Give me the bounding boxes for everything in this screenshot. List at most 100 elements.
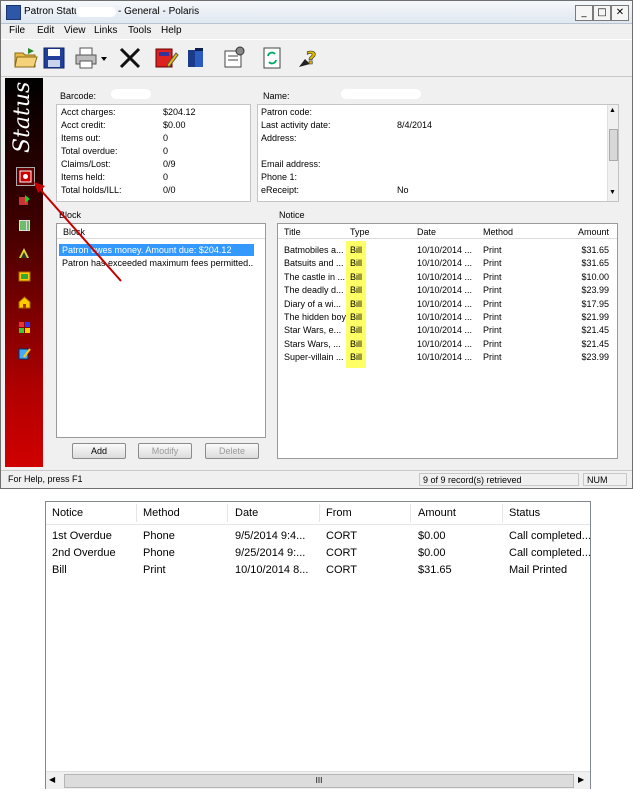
column-divider[interactable] [227, 504, 228, 522]
home-icon[interactable] [18, 296, 31, 309]
notice-row-method[interactable]: Print [483, 339, 502, 349]
notice-row-type[interactable]: Bill [350, 339, 362, 349]
menu-file[interactable]: File [9, 25, 25, 36]
claims-icon[interactable] [18, 246, 31, 259]
maximize-button[interactable]: □ [593, 5, 611, 21]
history-col-status[interactable]: Status [509, 507, 540, 519]
history-row-status[interactable]: Mail Printed [509, 564, 567, 576]
details-scrollbar[interactable]: ▲ ▼ [607, 105, 618, 201]
history-row-method[interactable]: Print [143, 564, 166, 576]
modify-block-button[interactable]: Modify [138, 443, 192, 459]
fines-icon[interactable] [18, 321, 31, 334]
title-bar[interactable]: Patron Status - General - Polaris _ □ ✕ [1, 1, 632, 24]
notice-row-title[interactable]: The hidden boy [284, 312, 346, 322]
notice-row-title[interactable]: Diary of a wi... [284, 299, 341, 309]
notice-row-type[interactable]: Bill [350, 325, 362, 335]
menu-help[interactable]: Help [161, 25, 182, 36]
minimize-button[interactable]: _ [575, 5, 593, 21]
history-row-date[interactable]: 9/25/2014 9:... [235, 547, 305, 559]
block-item[interactable]: Patron has exceeded maximum fees permitt… [59, 257, 254, 269]
delete-block-button[interactable]: Delete [205, 443, 259, 459]
barcode-items-icon[interactable] [18, 219, 31, 232]
notice-row-amount[interactable]: $17.95 [581, 299, 609, 309]
scroll-right-icon[interactable]: ▶ [578, 775, 584, 784]
history-col-notice[interactable]: Notice [52, 507, 83, 519]
print-icon[interactable] [73, 45, 99, 71]
notice-row-amount[interactable]: $21.99 [581, 312, 609, 322]
notice-row-title[interactable]: The deadly d... [284, 285, 344, 295]
block-column-header[interactable]: Block [63, 227, 85, 237]
history-row-method[interactable]: Phone [143, 530, 175, 542]
history-row-date[interactable]: 10/10/2014 8... [235, 564, 308, 576]
notice-row-type[interactable]: Bill [350, 352, 362, 362]
notes-icon[interactable] [18, 347, 31, 360]
notice-row-title[interactable]: Star Wars, e... [284, 325, 341, 335]
delete-icon[interactable] [117, 45, 143, 71]
notice-col-type[interactable]: Type [350, 227, 370, 237]
history-col-date[interactable]: Date [235, 507, 258, 519]
menu-edit[interactable]: Edit [37, 25, 54, 36]
scroll-down-icon[interactable]: ▼ [609, 189, 616, 196]
notice-list[interactable]: Title Type Date Method Amount Batmobiles… [277, 223, 618, 459]
notice-row-type[interactable]: Bill [350, 272, 362, 282]
history-row-date[interactable]: 9/5/2014 9:4... [235, 530, 305, 542]
notice-row-date[interactable]: 10/10/2014 ... [417, 339, 472, 349]
notice-row-amount[interactable]: $21.45 [581, 325, 609, 335]
notice-row-type[interactable]: Bill [350, 312, 362, 322]
menu-view[interactable]: View [64, 25, 86, 36]
notice-row-title[interactable]: Stars Wars, ... [284, 339, 341, 349]
history-col-method[interactable]: Method [143, 507, 180, 519]
books-icon[interactable] [183, 45, 209, 71]
block-list[interactable]: Block Patron owes money. Amount due: $20… [56, 223, 266, 438]
add-block-button[interactable]: Add [72, 443, 126, 459]
properties-icon[interactable] [221, 45, 247, 71]
column-divider[interactable] [410, 504, 411, 522]
notice-row-date[interactable]: 10/10/2014 ... [417, 258, 472, 268]
print-dropdown-icon[interactable] [99, 45, 109, 71]
history-row-status[interactable]: Call completed... [509, 547, 591, 559]
history-row-amount[interactable]: $31.65 [418, 564, 452, 576]
notice-row-amount[interactable]: $23.99 [581, 352, 609, 362]
notice-row-title[interactable]: Batmobiles a... [284, 245, 344, 255]
notice-row-method[interactable]: Print [483, 245, 502, 255]
notice-col-title[interactable]: Title [284, 227, 301, 237]
scroll-left-icon[interactable]: ◀ [49, 775, 55, 784]
notice-history-list[interactable]: Notice Method Date From Amount Status 1s… [45, 501, 591, 789]
column-divider[interactable] [502, 504, 503, 522]
holds-icon[interactable] [18, 270, 31, 283]
history-row-from[interactable]: CORT [326, 564, 357, 576]
history-col-from[interactable]: From [326, 507, 352, 519]
notice-row-method[interactable]: Print [483, 325, 502, 335]
notice-row-title[interactable]: Super-villain ... [284, 352, 344, 362]
notice-row-date[interactable]: 10/10/2014 ... [417, 352, 472, 362]
block-item-selected[interactable]: Patron owes money. Amount due: $204.12 [59, 244, 254, 256]
notice-row-type[interactable]: Bill [350, 258, 362, 268]
close-button[interactable]: ✕ [611, 5, 629, 21]
notice-row-amount[interactable]: $31.65 [581, 245, 609, 255]
menu-links[interactable]: Links [94, 25, 117, 36]
notice-col-method[interactable]: Method [483, 227, 513, 237]
notice-row-date[interactable]: 10/10/2014 ... [417, 272, 472, 282]
history-row-method[interactable]: Phone [143, 547, 175, 559]
notice-row-amount[interactable]: $23.99 [581, 285, 609, 295]
notice-row-type[interactable]: Bill [350, 285, 362, 295]
status-view-button[interactable] [16, 167, 35, 186]
notice-row-title[interactable]: The castle in ... [284, 272, 345, 282]
notice-row-type[interactable]: Bill [350, 299, 362, 309]
notice-row-method[interactable]: Print [483, 285, 502, 295]
history-row-amount[interactable]: $0.00 [418, 547, 446, 559]
history-row-notice[interactable]: 1st Overdue [52, 530, 112, 542]
history-row-from[interactable]: CORT [326, 547, 357, 559]
open-folder-icon[interactable] [13, 45, 39, 71]
history-row-amount[interactable]: $0.00 [418, 530, 446, 542]
history-row-notice[interactable]: Bill [52, 564, 67, 576]
edit-record-icon[interactable] [153, 45, 179, 71]
notice-row-amount[interactable]: $21.45 [581, 339, 609, 349]
notice-row-title[interactable]: Batsuits and ... [284, 258, 344, 268]
history-horizontal-scrollbar[interactable]: ◀ III ▶ [46, 771, 590, 789]
notice-col-amount[interactable]: Amount [578, 227, 609, 237]
column-divider[interactable] [319, 504, 320, 522]
horizontal-scroll-thumb[interactable]: III [64, 774, 574, 788]
notice-row-amount[interactable]: $10.00 [581, 272, 609, 282]
history-col-amount[interactable]: Amount [418, 507, 456, 519]
